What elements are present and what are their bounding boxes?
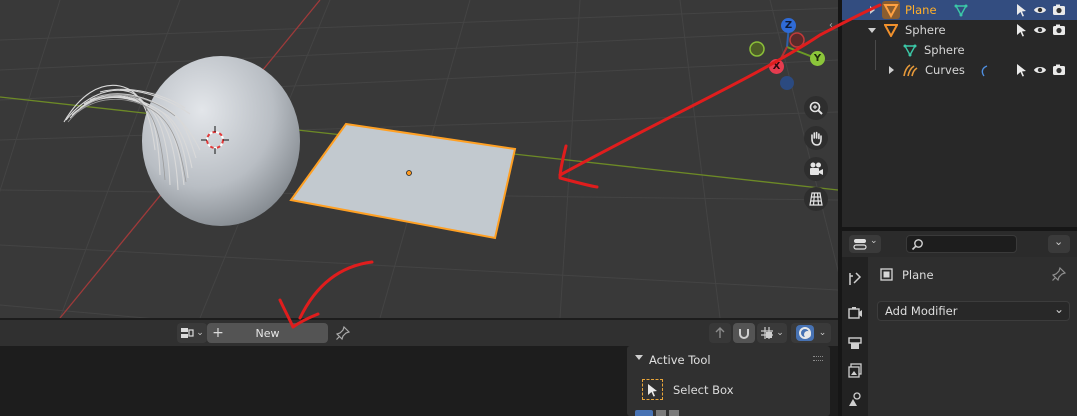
object-name-label: Plane <box>902 268 934 282</box>
zoom-icon <box>809 101 823 115</box>
options-dropdown[interactable]: ⌄ <box>1048 235 1070 253</box>
overlays-icon <box>795 325 814 341</box>
active-tool-title: Active Tool <box>649 353 711 367</box>
chevron-down-icon: ⌄ <box>818 328 827 338</box>
snap-grid-icon <box>761 327 774 339</box>
pin-icon[interactable] <box>336 326 350 340</box>
selectable-arrow-icon[interactable] <box>1015 63 1028 77</box>
eye-icon[interactable] <box>1033 24 1047 36</box>
area-divider[interactable] <box>842 227 1077 231</box>
z-axis-icon[interactable]: Z <box>781 18 796 33</box>
row-toggles <box>1010 60 1066 80</box>
chevron-down-icon: ⌄ <box>1054 235 1064 248</box>
outliner-label: Plane <box>905 3 937 17</box>
tool-mode-buttons[interactable] <box>635 410 695 416</box>
expand-arrow-icon[interactable] <box>870 6 875 14</box>
grid-icon <box>809 192 823 206</box>
editor-type-dropdown[interactable]: ⌄ <box>177 323 207 343</box>
selectable-arrow-icon[interactable] <box>1015 3 1028 17</box>
expand-arrow-icon[interactable] <box>889 66 894 74</box>
ortho-toggle-button[interactable] <box>804 187 828 211</box>
outliner-label: Curves <box>925 63 965 77</box>
object-icon <box>880 268 893 281</box>
eye-icon[interactable] <box>1033 4 1047 16</box>
outliner-row-plane[interactable]: Plane <box>842 0 1077 20</box>
outliner-row-sphere[interactable]: Sphere <box>842 20 1077 40</box>
curves-data-icon[interactable] <box>979 65 989 77</box>
render-camera-icon[interactable] <box>1052 4 1066 16</box>
search-icon <box>911 239 923 251</box>
chevron-down-icon: ⌄ <box>776 328 784 338</box>
curves-object-icon <box>903 64 918 77</box>
pan-button[interactable] <box>804 126 828 150</box>
arrow-up-icon <box>715 327 725 338</box>
bottom-editor-header: ⌄ + New ⌄ ⌄ <box>0 320 838 346</box>
properties-tab-bar <box>842 257 868 416</box>
tree-line <box>875 60 876 70</box>
properties-main: Plane Add Modifier ⌄ <box>868 257 1077 416</box>
properties-editor-icon <box>853 239 867 250</box>
outliner-row-sphere-mesh[interactable]: Sphere <box>842 40 1077 60</box>
hand-icon <box>811 131 822 146</box>
sphere-object[interactable] <box>142 56 300 226</box>
magnet-icon <box>739 329 749 339</box>
overlays-dropdown[interactable]: ⌄ <box>791 323 831 343</box>
plane-origin <box>406 170 412 176</box>
add-modifier-dropdown[interactable]: Add Modifier ⌄ <box>877 301 1070 321</box>
node-editor-icon <box>181 328 194 338</box>
viewport-scene <box>0 0 838 318</box>
drag-handle-icon[interactable] <box>813 356 823 361</box>
output-tab-icon[interactable] <box>847 335 863 351</box>
panel-divider[interactable] <box>838 0 842 416</box>
chevron-down-icon: ⌄ <box>196 328 204 338</box>
add-modifier-label: Add Modifier <box>885 304 958 318</box>
parent-node-tree-button[interactable] <box>709 323 731 343</box>
outliner-label: Sphere <box>924 43 965 57</box>
selectable-arrow-icon[interactable] <box>1015 23 1028 37</box>
editor-type-dropdown[interactable]: ⌄ <box>849 235 881 253</box>
row-toggles <box>1010 20 1066 40</box>
scene-tab-icon[interactable] <box>847 391 863 407</box>
chevron-down-icon: ⌄ <box>870 236 878 246</box>
plane-object[interactable] <box>289 122 517 240</box>
mesh-data-icon[interactable] <box>954 3 968 17</box>
snap-toggle-button[interactable] <box>733 323 755 343</box>
zoom-button[interactable] <box>804 96 828 120</box>
plus-icon: + <box>212 325 224 341</box>
view-layer-tab-icon[interactable] <box>847 363 863 379</box>
mesh-object-icon <box>884 24 898 37</box>
select-box-icon[interactable] <box>642 379 663 400</box>
outliner-panel[interactable]: Plane Sphere Sphere Curves <box>842 0 1077 227</box>
x-axis-icon[interactable]: X <box>769 59 784 74</box>
3d-viewport[interactable]: Z Y X ‹ <box>0 0 838 318</box>
eye-icon[interactable] <box>1033 64 1047 76</box>
y-axis-icon[interactable]: Y <box>810 51 825 66</box>
chevron-down-icon: ⌄ <box>1053 302 1064 316</box>
camera-icon <box>810 162 823 175</box>
properties-header: ⌄ ⌄ <box>842 231 1077 257</box>
panel-collapse-arrow-icon[interactable] <box>635 355 643 360</box>
active-tool-panel: Active Tool Select Box <box>627 346 830 416</box>
tree-line <box>875 40 876 60</box>
properties-search-input[interactable] <box>906 235 1017 253</box>
render-tab-icon[interactable] <box>847 305 863 321</box>
collapse-arrow-icon[interactable] <box>868 28 876 33</box>
new-button[interactable]: + New <box>207 323 328 343</box>
select-box-label: Select Box <box>673 383 734 397</box>
tool-tab-icon[interactable] <box>847 271 863 287</box>
render-camera-icon[interactable] <box>1052 24 1066 36</box>
mesh-data-icon <box>903 44 917 57</box>
outliner-label: Sphere <box>905 23 946 37</box>
outliner-row-curves[interactable]: Curves <box>842 60 1077 80</box>
pin-icon[interactable] <box>1052 267 1066 281</box>
camera-view-button[interactable] <box>804 157 828 181</box>
mesh-object-icon <box>882 1 900 19</box>
render-camera-icon[interactable] <box>1052 64 1066 76</box>
row-toggles <box>1010 0 1066 20</box>
new-button-label: New <box>255 326 280 340</box>
snap-target-dropdown[interactable]: ⌄ <box>757 323 787 343</box>
sidebar-toggle-arrow[interactable]: ‹ <box>829 20 837 32</box>
